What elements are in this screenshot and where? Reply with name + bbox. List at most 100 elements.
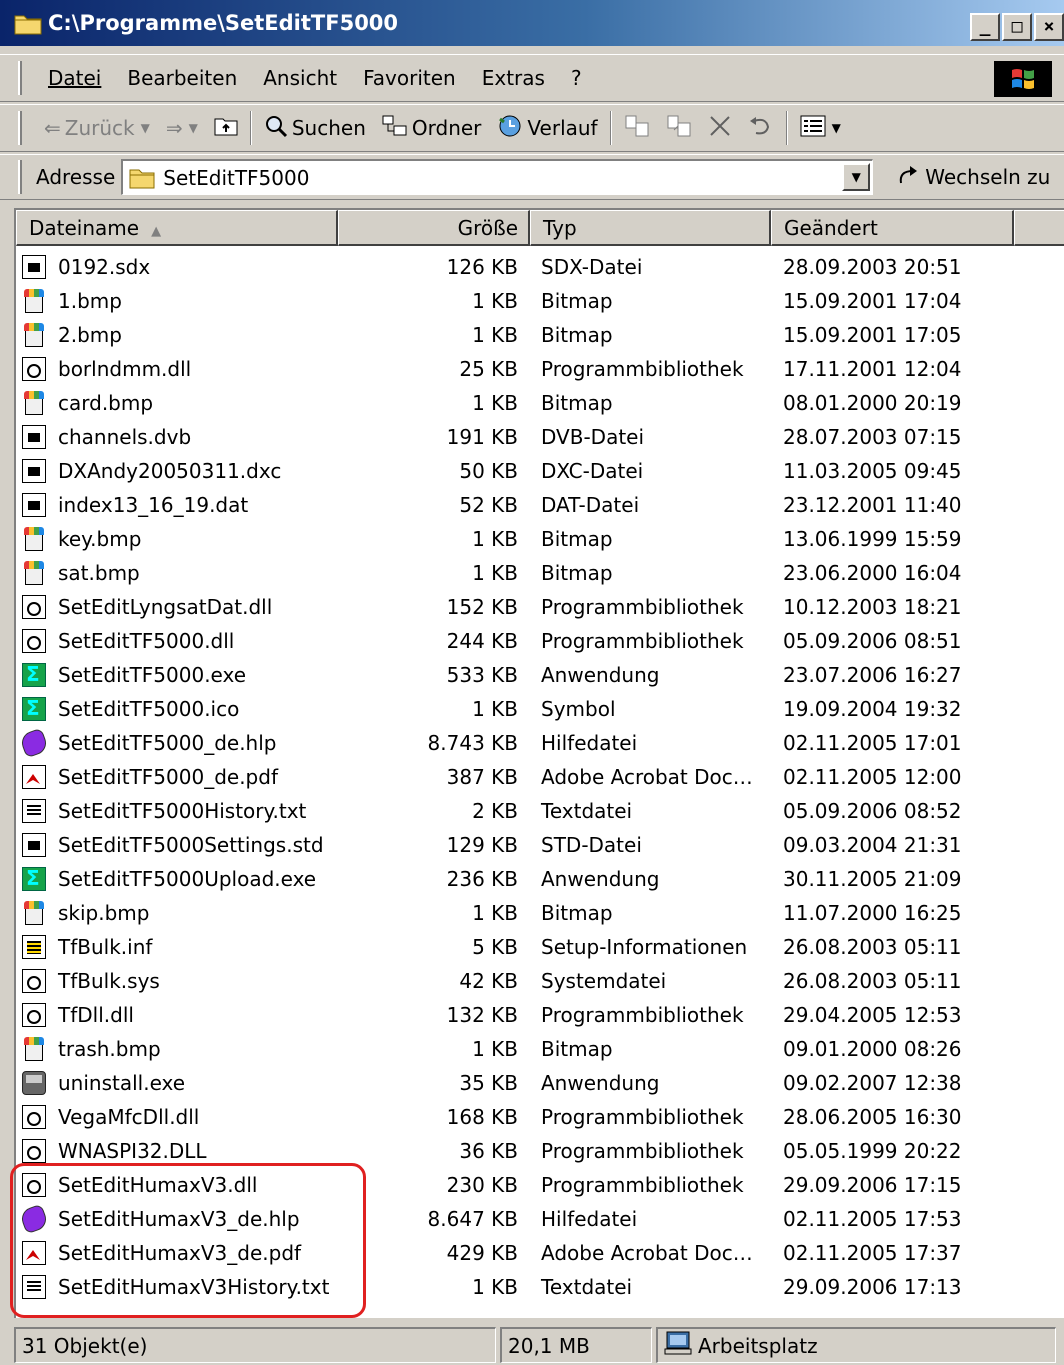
- maximize-button[interactable]: □: [1002, 13, 1032, 41]
- file-type: Programmbibliothek: [541, 1105, 744, 1129]
- file-row[interactable]: 0192.sdx 126 KB SDX-Datei 28.09.2003 20:51: [16, 250, 1056, 284]
- menu-bearbeiten[interactable]: Bearbeiten: [115, 66, 251, 90]
- menu-ansicht[interactable]: Ansicht: [251, 66, 351, 90]
- forward-dropdown-icon[interactable]: ▼: [189, 121, 198, 135]
- exe-icon: [22, 696, 46, 721]
- views-dropdown-icon[interactable]: ▼: [832, 121, 841, 135]
- go-button[interactable]: Wechseln zu: [895, 163, 1050, 192]
- file-type: Textdatei: [541, 799, 633, 823]
- undo-button[interactable]: [740, 108, 782, 148]
- file-modified: 09.01.2000 08:26: [783, 1037, 962, 1061]
- file-row[interactable]: TfBulk.inf 5 KB Setup-Informationen 26.08.2…: [16, 930, 1056, 964]
- back-dropdown-icon[interactable]: ▼: [141, 121, 150, 135]
- file-name: sat.bmp: [58, 561, 140, 585]
- title-bar[interactable]: C:\Programme\SetEditTF5000 _ □ ×: [0, 0, 1064, 46]
- address-grip[interactable]: [18, 160, 22, 194]
- file-size: 1 KB: [472, 391, 518, 415]
- file-row[interactable]: sat.bmp 1 KB Bitmap 23.06.2000 16:04: [16, 556, 1056, 590]
- file-row[interactable]: SetEditLyngsatDat.dll 152 KB Programmbibli…: [16, 590, 1056, 624]
- file-row[interactable]: SetEditTF5000History.txt 2 KB Textdatei 05.…: [16, 794, 1056, 828]
- file-modified: 11.07.2000 16:25: [783, 901, 962, 925]
- menu-grip[interactable]: [18, 61, 22, 95]
- file-row[interactable]: borlndmm.dll 25 KB Programmbibliothek 17.11…: [16, 352, 1056, 386]
- address-input[interactable]: SetEditTF5000 ▼: [121, 159, 874, 195]
- file-row[interactable]: WNASPI32.DLL 36 KB Programmbibliothek 05.05…: [16, 1134, 1056, 1168]
- file-row[interactable]: skip.bmp 1 KB Bitmap 11.07.2000 16:25: [16, 896, 1056, 930]
- forward-button[interactable]: ⇒ ▼: [158, 108, 206, 148]
- column-header-size[interactable]: Größe: [338, 210, 530, 246]
- file-row[interactable]: VegaMfcDll.dll 168 KB Programmbibliothek 28…: [16, 1100, 1056, 1134]
- file-row[interactable]: SetEditTF5000.dll 244 KB Programmbibliothe…: [16, 624, 1056, 658]
- move-to-button[interactable]: [616, 108, 658, 148]
- file-type: Bitmap: [541, 1037, 613, 1061]
- file-row[interactable]: DXAndy20050311.dxc 50 KB DXC-Datei 11.03.20…: [16, 454, 1056, 488]
- file-list[interactable]: Dateiname ▲ Größe Typ Geändert 0192.sdx 12…: [14, 208, 1064, 1318]
- file-row[interactable]: 2.bmp 1 KB Bitmap 15.09.2001 17:05: [16, 318, 1056, 352]
- file-type: Programmbibliothek: [541, 357, 744, 381]
- file-size: 129 KB: [446, 833, 518, 857]
- minimize-button[interactable]: _: [970, 13, 1000, 41]
- file-row[interactable]: card.bmp 1 KB Bitmap 08.01.2000 20:19: [16, 386, 1056, 420]
- file-type: Bitmap: [541, 561, 613, 585]
- file-size: 1 KB: [472, 561, 518, 585]
- delete-button[interactable]: [700, 108, 740, 148]
- history-button[interactable]: Verlauf: [489, 108, 605, 148]
- menu-extras[interactable]: Extras: [470, 66, 559, 90]
- copy-to-button[interactable]: [658, 108, 700, 148]
- file-row[interactable]: index13_16_19.dat 52 KB DAT-Datei 23.12.200…: [16, 488, 1056, 522]
- file-row[interactable]: uninstall.exe 35 KB Anwendung 09.02.2007 12…: [16, 1066, 1056, 1100]
- file-row[interactable]: trash.bmp 1 KB Bitmap 09.01.2000 08:26: [16, 1032, 1056, 1066]
- up-folder-icon: [214, 116, 238, 141]
- file-type: Systemdatei: [541, 969, 667, 993]
- file-modified: 17.11.2001 12:04: [783, 357, 962, 381]
- file-size: 533 KB: [446, 663, 518, 687]
- undo-icon: [748, 115, 774, 142]
- file-modified: 02.11.2005 17:01: [783, 731, 962, 755]
- views-button[interactable]: ▼: [792, 108, 849, 148]
- file-row[interactable]: SetEditHumaxV3_de.hlp 8.647 KB Hilfedatei 0…: [16, 1202, 1056, 1236]
- file-row[interactable]: channels.dvb 191 KB DVB-Datei 28.07.2003 07…: [16, 420, 1056, 454]
- file-type: Anwendung: [541, 1071, 660, 1095]
- file-row[interactable]: SetEditHumaxV3_de.pdf 429 KB Adobe Acrobat…: [16, 1236, 1056, 1270]
- file-modified: 02.11.2005 17:53: [783, 1207, 962, 1231]
- back-button[interactable]: ⇐ Zurück ▼: [36, 108, 158, 148]
- up-folder-button[interactable]: [206, 108, 246, 148]
- file-row[interactable]: SetEditTF5000.ico 1 KB Symbol 19.09.2004 19…: [16, 692, 1056, 726]
- file-row[interactable]: SetEditTF5000.exe 533 KB Anwendung 23.07.20…: [16, 658, 1056, 692]
- menu-favoriten[interactable]: Favoriten: [351, 66, 470, 90]
- folders-button[interactable]: Ordner: [374, 108, 490, 148]
- text-file-icon: [22, 1275, 46, 1299]
- address-dropdown-icon[interactable]: ▼: [842, 163, 871, 191]
- file-size: 2 KB: [472, 799, 518, 823]
- file-row[interactable]: TfDll.dll 132 KB Programmbibliothek 29.04.2…: [16, 998, 1056, 1032]
- file-size: 1 KB: [472, 1275, 518, 1299]
- file-row[interactable]: SetEditTF5000Upload.exe 236 KB Anwendung 30…: [16, 862, 1056, 896]
- file-type: STD-Datei: [541, 833, 642, 857]
- menu-help[interactable]: ?: [559, 66, 596, 90]
- file-row[interactable]: SetEditTF5000_de.hlp 8.743 KB Hilfedatei 02…: [16, 726, 1056, 760]
- file-modified: 28.06.2005 16:30: [783, 1105, 962, 1129]
- file-size: 8.647 KB: [427, 1207, 518, 1231]
- file-name: SetEditTF5000Settings.std: [58, 833, 324, 857]
- column-header-type[interactable]: Typ: [530, 210, 771, 246]
- file-row[interactable]: SetEditTF5000Settings.std 129 KB STD-Datei…: [16, 828, 1056, 862]
- file-modified: 15.09.2001 17:05: [783, 323, 962, 347]
- file-name: TfDll.dll: [58, 1003, 134, 1027]
- close-button[interactable]: ×: [1034, 13, 1064, 41]
- file-row[interactable]: TfBulk.sys 42 KB Systemdatei 26.08.2003 05:…: [16, 964, 1056, 998]
- file-modified: 26.08.2003 05:11: [783, 935, 962, 959]
- column-header-name[interactable]: Dateiname ▲: [16, 210, 338, 246]
- file-row[interactable]: key.bmp 1 KB Bitmap 13.06.1999 15:59: [16, 522, 1056, 556]
- toolbar-grip[interactable]: [18, 111, 22, 145]
- dll-icon: [22, 1105, 46, 1129]
- file-row[interactable]: SetEditHumaxV3.dll 230 KB Programmbiblioth…: [16, 1168, 1056, 1202]
- file-row[interactable]: SetEditHumaxV3History.txt 1 KB Textdatei 29…: [16, 1270, 1056, 1304]
- dll-icon: [22, 1173, 46, 1197]
- search-button[interactable]: Suchen: [256, 108, 374, 148]
- file-row[interactable]: SetEditTF5000_de.pdf 387 KB Adobe Acrobat …: [16, 760, 1056, 794]
- file-row[interactable]: 1.bmp 1 KB Bitmap 15.09.2001 17:04: [16, 284, 1056, 318]
- column-header-modified[interactable]: Geändert: [771, 210, 1014, 246]
- menu-datei[interactable]: Datei: [36, 66, 115, 90]
- file-modified: 02.11.2005 12:00: [783, 765, 962, 789]
- bitmap-icon: [22, 901, 46, 925]
